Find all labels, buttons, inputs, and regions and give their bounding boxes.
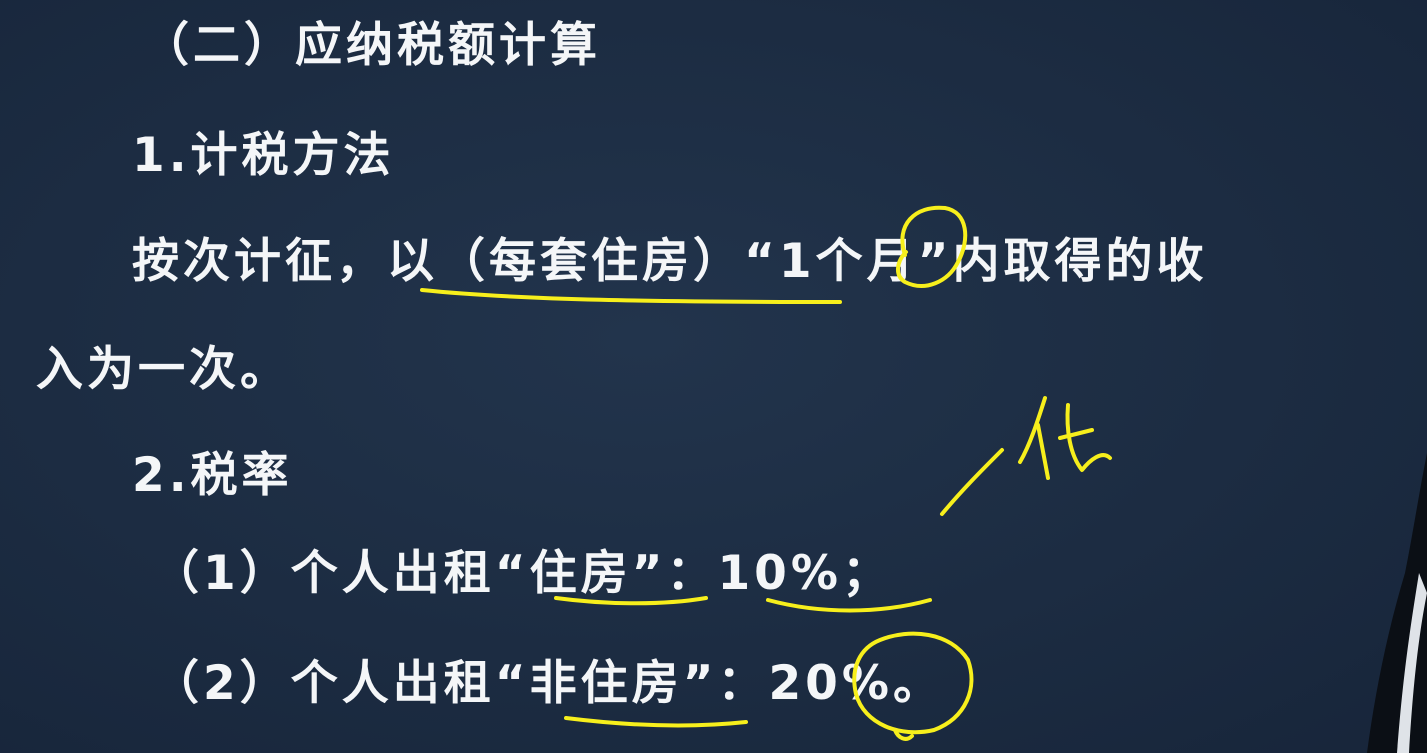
method-body-line-1: 按次计征，以（每套住房）“1个月”内取得的收 <box>132 234 1208 289</box>
circle-tail <box>893 728 914 741</box>
rate-item-non-housing: （2）个人出租“非住房”：20%。 <box>152 656 944 711</box>
underline-non-housing <box>564 716 748 728</box>
handwritten-char-stroke-3 <box>1065 403 1112 472</box>
method-title: 1.计税方法 <box>132 128 395 183</box>
rate-item-housing: （1）个人出租“住房”：10%； <box>152 546 893 601</box>
handwritten-stroke-dash <box>940 448 1004 516</box>
handwritten-char-stroke-4 <box>1058 428 1094 440</box>
section-heading: （二）应纳税额计算 <box>142 18 601 73</box>
method-body-line-2: 入为一次。 <box>36 342 291 397</box>
handwritten-char-stroke-2 <box>1036 423 1050 480</box>
rate-title: 2.税率 <box>132 448 293 503</box>
presenter-silhouette <box>1347 453 1427 753</box>
handwritten-char-stroke-1 <box>1018 396 1047 464</box>
